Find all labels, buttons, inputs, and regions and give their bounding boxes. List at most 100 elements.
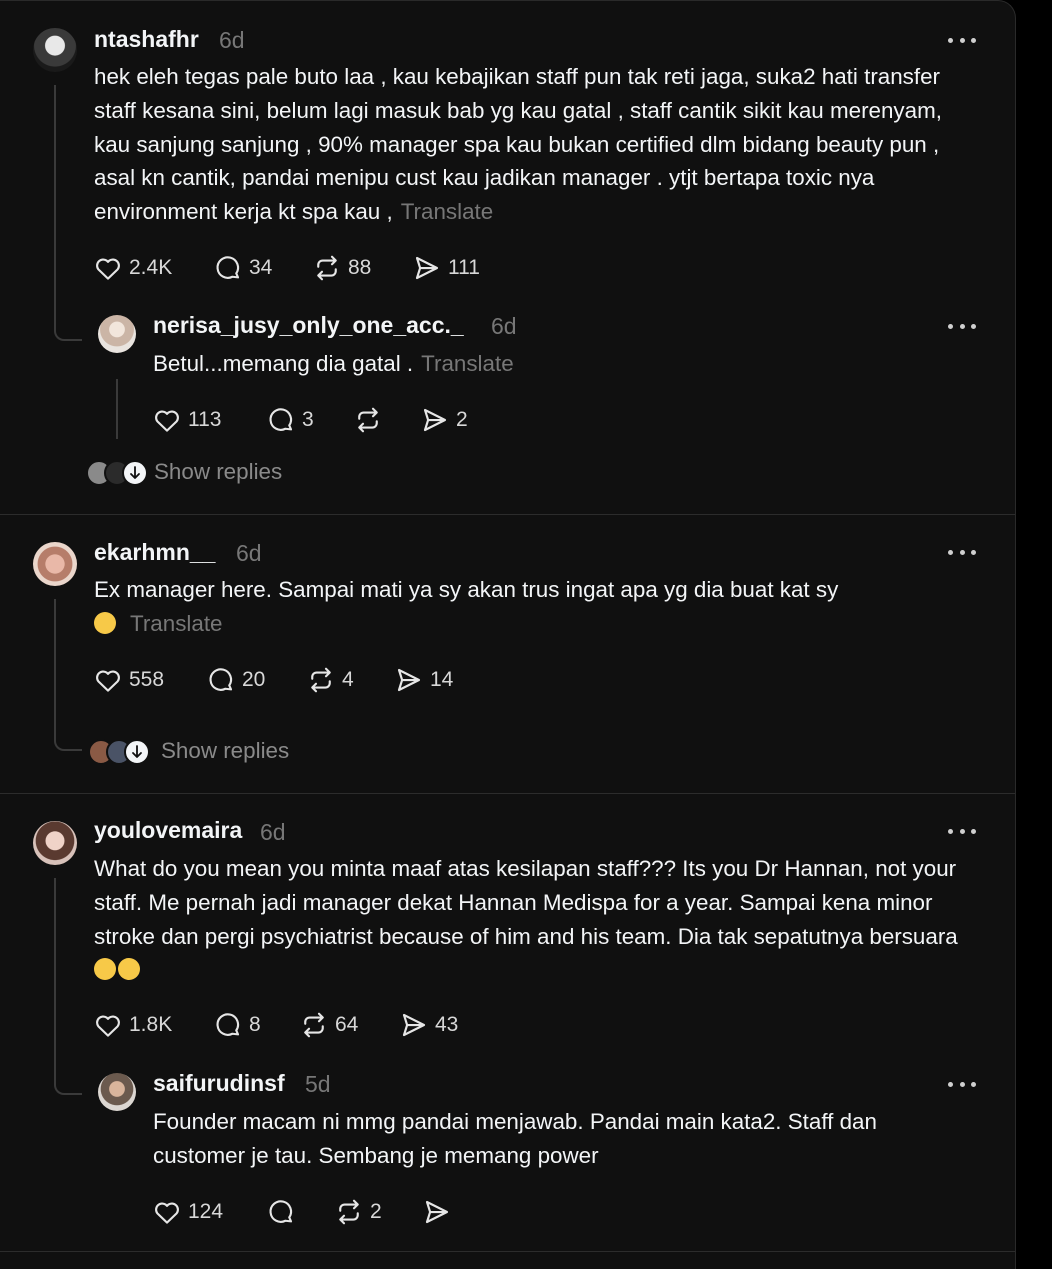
like-button[interactable]: 2.4K bbox=[93, 253, 172, 283]
timestamp: 6d bbox=[236, 540, 262, 566]
share-icon bbox=[423, 408, 447, 432]
heart-icon bbox=[96, 1015, 120, 1037]
repost-button[interactable]: 88 bbox=[312, 253, 371, 283]
reply-avatars[interactable] bbox=[86, 460, 148, 486]
share-button[interactable]: 2 bbox=[420, 405, 468, 435]
repost-icon bbox=[339, 1199, 359, 1225]
share-icon bbox=[402, 1013, 426, 1037]
username[interactable]: saifurudinsf bbox=[153, 1070, 285, 1097]
show-replies-link[interactable]: Show replies bbox=[154, 459, 282, 485]
thread-panel: ntashafhr 6d hek eleh tegas pale buto la… bbox=[0, 0, 1016, 1269]
post-text: Founder macam ni mmg pandai menjawab. Pa… bbox=[153, 1109, 877, 1168]
username[interactable]: nerisa_jusy_only_one_acc._ bbox=[153, 312, 464, 339]
divider bbox=[0, 793, 1015, 794]
comment-button[interactable]: 20 bbox=[206, 665, 265, 695]
repost-icon bbox=[317, 255, 337, 281]
comment-button[interactable]: 34 bbox=[213, 253, 272, 283]
thread-line bbox=[54, 599, 56, 719]
share-icon bbox=[425, 1200, 449, 1224]
shushing-emoji bbox=[118, 958, 140, 981]
more-icon[interactable] bbox=[948, 547, 976, 557]
username[interactable]: ntashafhr bbox=[94, 26, 199, 53]
avatar[interactable] bbox=[98, 1073, 136, 1111]
share-count: 111 bbox=[448, 256, 480, 279]
comment-icon bbox=[269, 1200, 293, 1223]
like-count: 558 bbox=[129, 668, 165, 691]
repost-count: 88 bbox=[348, 256, 372, 279]
thread-line bbox=[54, 85, 56, 305]
share-button[interactable]: 111 bbox=[412, 253, 480, 283]
translate-link[interactable]: Translate bbox=[421, 351, 514, 376]
avatar[interactable] bbox=[33, 28, 77, 72]
thread-line bbox=[54, 878, 56, 1058]
like-button[interactable]: 124 bbox=[152, 1197, 223, 1227]
timestamp: 5d bbox=[305, 1071, 331, 1097]
timestamp: 6d bbox=[260, 819, 286, 845]
arrow-down-icon bbox=[124, 739, 150, 765]
share-button[interactable]: 43 bbox=[399, 1010, 458, 1040]
post-text: What do you mean you minta maaf atas kes… bbox=[94, 852, 984, 987]
comment-icon bbox=[216, 256, 240, 279]
reply-avatars[interactable] bbox=[88, 739, 150, 765]
arrow-down-icon bbox=[122, 460, 148, 486]
heart-icon bbox=[155, 410, 179, 432]
thread-elbow bbox=[54, 1055, 82, 1095]
translate-link[interactable]: Translate bbox=[401, 199, 494, 224]
like-button[interactable]: 1.8K bbox=[93, 1010, 172, 1040]
comment-button[interactable] bbox=[266, 1197, 302, 1227]
post-text: Betul...memang dia gatal . Translate bbox=[153, 351, 514, 376]
share-count: 14 bbox=[430, 668, 454, 691]
more-icon[interactable] bbox=[948, 321, 976, 331]
repost-button[interactable]: 4 bbox=[306, 665, 354, 695]
comment-count: 3 bbox=[302, 408, 314, 431]
username[interactable]: youlovemaira bbox=[94, 817, 242, 844]
repost-button[interactable] bbox=[353, 405, 389, 435]
repost-icon bbox=[358, 407, 378, 433]
post-text: Ex manager here. Sampai mati ya sy akan … bbox=[94, 577, 839, 636]
comment-count: 8 bbox=[249, 1013, 261, 1036]
repost-button[interactable]: 64 bbox=[299, 1010, 358, 1040]
share-button[interactable] bbox=[422, 1197, 458, 1227]
like-count: 1.8K bbox=[129, 1013, 173, 1036]
post-text: hek eleh tegas pale buto laa , kau kebaj… bbox=[94, 64, 942, 225]
like-count: 113 bbox=[188, 408, 222, 431]
share-count: 43 bbox=[435, 1013, 459, 1036]
like-count: 124 bbox=[188, 1200, 224, 1223]
repost-icon bbox=[311, 667, 331, 693]
share-icon bbox=[415, 256, 439, 280]
divider bbox=[0, 514, 1015, 515]
like-button[interactable]: 558 bbox=[93, 665, 164, 695]
more-icon[interactable] bbox=[948, 826, 976, 836]
thread-elbow bbox=[54, 717, 82, 751]
repost-button[interactable]: 2 bbox=[334, 1197, 382, 1227]
relieved-emoji bbox=[94, 958, 116, 981]
like-button[interactable]: 113 bbox=[152, 405, 221, 435]
repost-count: 2 bbox=[370, 1200, 382, 1223]
show-replies-link[interactable]: Show replies bbox=[161, 738, 289, 764]
timestamp: 6d bbox=[219, 27, 245, 53]
heart-icon bbox=[96, 258, 120, 280]
username[interactable]: ekarhmn__ bbox=[94, 539, 215, 566]
thread-elbow bbox=[54, 301, 82, 341]
more-icon[interactable] bbox=[948, 35, 976, 45]
comment-button[interactable]: 8 bbox=[213, 1010, 261, 1040]
repost-count: 64 bbox=[335, 1013, 359, 1036]
avatar[interactable] bbox=[98, 315, 136, 353]
comment-icon bbox=[209, 668, 233, 691]
avatar[interactable] bbox=[33, 821, 77, 865]
translate-link[interactable]: Translate bbox=[130, 611, 223, 636]
comment-icon bbox=[269, 408, 293, 431]
avatar[interactable] bbox=[33, 542, 77, 586]
more-icon[interactable] bbox=[948, 1079, 976, 1089]
repost-icon bbox=[304, 1012, 324, 1038]
relieved-emoji bbox=[94, 611, 116, 634]
timestamp: 6d bbox=[491, 313, 517, 339]
comment-button[interactable]: 3 bbox=[266, 405, 314, 435]
heart-icon bbox=[155, 1202, 179, 1224]
comment-icon bbox=[216, 1013, 240, 1036]
share-button[interactable]: 14 bbox=[394, 665, 453, 695]
like-count: 2.4K bbox=[129, 256, 173, 279]
thread-line bbox=[116, 379, 118, 439]
comment-count: 34 bbox=[249, 256, 273, 279]
comment-count: 20 bbox=[242, 668, 266, 691]
